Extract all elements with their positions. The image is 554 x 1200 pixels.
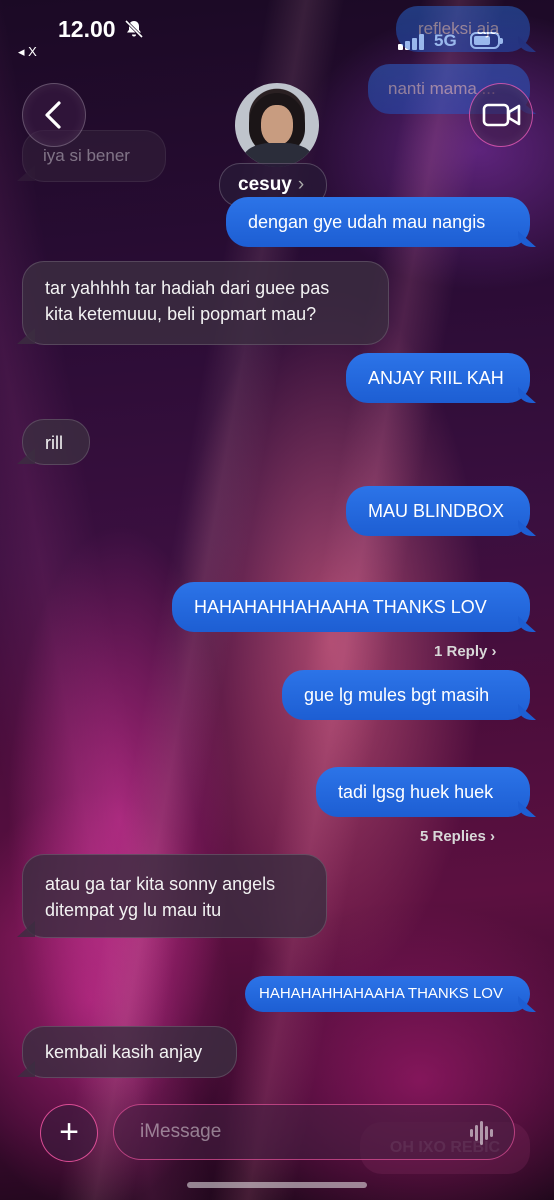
message-bubble[interactable]: HAHAHAHHAHAAHA THANKS LOV	[245, 976, 530, 1012]
chevron-right-icon: ›	[297, 174, 305, 195]
message-bubble[interactable]: MAU BLINDBOX	[346, 486, 530, 536]
message-bubble[interactable]: tadi lgsg huek huek	[316, 767, 530, 817]
message-bubble[interactable]: tar yahhhh tar hadiah dari guee pas kita…	[22, 261, 389, 345]
message-text: tar yahhhh tar hadiah dari guee pas	[45, 278, 330, 298]
message-bubble[interactable]: kembali kasih anjay	[22, 1026, 237, 1078]
ghost-message: refleksi aja	[396, 6, 530, 52]
message-text: ditempat yg lu mau itu	[45, 900, 222, 920]
video-camera-icon	[482, 103, 521, 127]
message-bubble[interactable]: atau ga tar kita sonny angels ditempat y…	[22, 854, 327, 938]
thread-replies-link[interactable]: 5 Replies ›	[420, 828, 495, 845]
home-indicator[interactable]	[187, 1182, 367, 1188]
message-input[interactable]: iMessage	[113, 1104, 515, 1160]
thread-replies-link[interactable]: 1 Reply ›	[434, 643, 497, 660]
plus-icon: +	[59, 1113, 79, 1151]
message-input-placeholder: iMessage	[140, 1121, 222, 1142]
message-bubble[interactable]: dengan gye udah mau nangis	[226, 197, 530, 247]
contact-avatar[interactable]	[235, 83, 319, 167]
facetime-button[interactable]	[469, 83, 533, 147]
silent-bell-icon	[124, 19, 144, 39]
message-text: atau ga tar kita sonny angels	[45, 874, 276, 894]
message-text: kita ketemuuu, beli popmart mau?	[45, 304, 317, 324]
message-bubble[interactable]: rill	[22, 419, 90, 465]
add-attachment-button[interactable]: +	[40, 1104, 98, 1162]
back-button[interactable]	[22, 83, 86, 147]
chevron-left-icon	[45, 101, 61, 129]
audio-waveform-icon[interactable]	[470, 1121, 496, 1145]
message-bubble[interactable]: gue lg mules bgt masih	[282, 670, 530, 720]
back-to-app-link[interactable]: ◂ X	[18, 44, 37, 60]
message-bubble[interactable]: ANJAY RIIL KAH	[346, 353, 530, 403]
message-bubble[interactable]: HAHAHAHHAHAAHA THANKS LOV	[172, 582, 530, 632]
status-time: 12.00	[58, 16, 116, 42]
contact-name: cesuy	[238, 174, 292, 195]
